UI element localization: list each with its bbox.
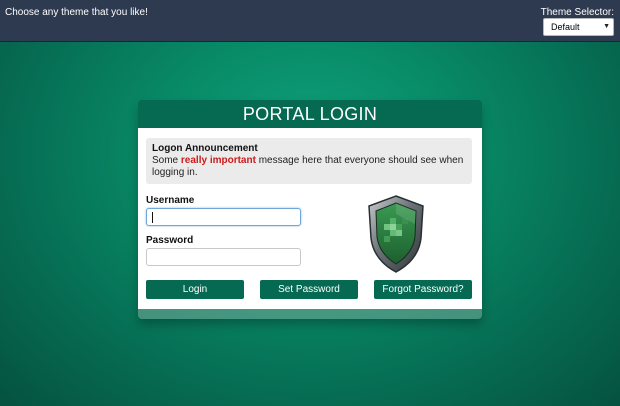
forgot-password-button[interactable]: Forgot Password? [374,280,472,299]
announcement-message: Some really important message here that … [152,155,466,179]
login-button[interactable]: Login [146,280,244,299]
username-label: Username [146,195,195,206]
announcement-highlight: really important [180,155,256,166]
theme-selector-value: Default [551,22,580,32]
logon-announcement: Logon Announcement Some really important… [146,138,472,184]
login-panel-footer [138,309,482,319]
top-bar: Choose any theme that you like! Theme Se… [0,0,620,42]
dropdown-arrow-icon: ▼ [603,23,610,30]
password-label: Password [146,235,194,246]
theme-prompt-text: Choose any theme that you like! [5,7,148,18]
announcement-text-before: Some [152,155,181,166]
username-input[interactable] [146,208,301,226]
text-cursor [152,212,153,223]
announcement-title: Logon Announcement [152,143,258,154]
theme-selector-dropdown[interactable]: Default ▼ [543,18,614,36]
login-panel-header: PORTAL LOGIN [138,100,482,128]
set-password-button[interactable]: Set Password [260,280,358,299]
password-input[interactable] [146,248,301,266]
shield-icon [368,195,424,273]
page-title: PORTAL LOGIN [242,104,378,124]
theme-selector-label: Theme Selector: [540,7,614,18]
